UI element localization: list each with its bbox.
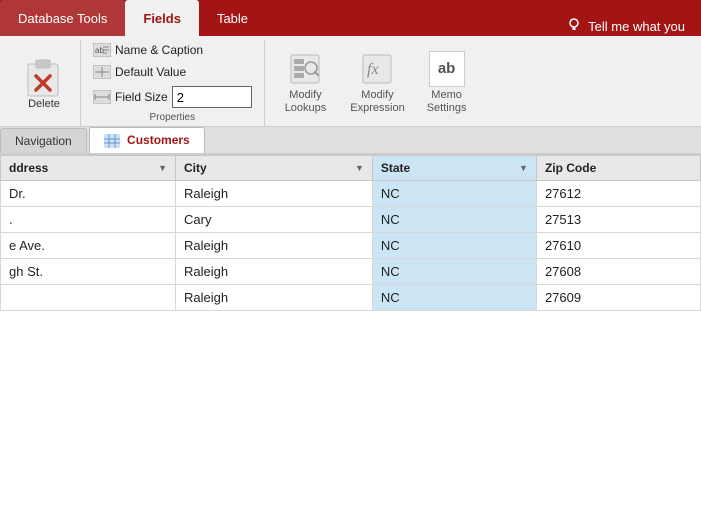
table-header-row: ddress ▼ City ▼ State ▼: [1, 155, 701, 180]
nav-tab-customers[interactable]: Customers: [89, 127, 205, 153]
memo-settings-label: MemoSettings: [427, 89, 467, 115]
table-row[interactable]: Dr.RaleighNC27612: [1, 180, 701, 206]
state-col-dropdown-icon: ▼: [519, 163, 528, 173]
prop-items-list: ab Name & Caption: [89, 40, 256, 110]
ribbon-group-modify: ModifyLookups fx ModifyExpression ab Mem…: [265, 40, 485, 126]
cell-city[interactable]: Raleigh: [176, 180, 373, 206]
properties-group-label: Properties: [150, 110, 196, 126]
modify-expression-icon: fx: [359, 51, 395, 87]
field-size-icon: [93, 89, 111, 105]
cell-zip_code[interactable]: 27610: [536, 232, 700, 258]
memo-settings-icon: ab: [429, 51, 465, 87]
nav-tab-navigation-label: Navigation: [15, 134, 72, 148]
cell-city[interactable]: Cary: [176, 206, 373, 232]
cell-state[interactable]: NC: [372, 284, 536, 310]
cell-address[interactable]: e Ave.: [1, 232, 176, 258]
modify-lookups-button[interactable]: ModifyLookups: [273, 40, 339, 126]
field-size-label: Field Size: [115, 90, 168, 104]
default-value-icon: [93, 64, 111, 80]
cell-address[interactable]: [1, 284, 176, 310]
field-size-input[interactable]: [172, 86, 252, 108]
col-header-address[interactable]: ddress ▼: [1, 155, 176, 180]
modify-lookups-icon: [287, 51, 323, 87]
nav-tab-navigation[interactable]: Navigation: [0, 128, 87, 153]
cell-zip_code[interactable]: 27513: [536, 206, 700, 232]
cell-state[interactable]: NC: [372, 180, 536, 206]
ribbon: Database Tools Fields Table Tell me what…: [0, 0, 701, 36]
cell-city[interactable]: Raleigh: [176, 232, 373, 258]
ribbon-tab-bar: Database Tools Fields Table Tell me what…: [0, 0, 701, 36]
table-row[interactable]: e Ave.RaleighNC27610: [1, 232, 701, 258]
col-header-state[interactable]: State ▼: [372, 155, 536, 180]
data-table: ddress ▼ City ▼ State ▼: [0, 155, 701, 311]
delete-label: Delete: [28, 98, 60, 110]
city-col-dropdown-icon: ▼: [355, 163, 364, 173]
cell-state[interactable]: NC: [372, 258, 536, 284]
ribbon-group-delete: Delete: [8, 40, 81, 126]
tab-fields[interactable]: Fields: [125, 0, 199, 36]
tell-me-area[interactable]: Tell me what you: [550, 17, 701, 36]
cell-state[interactable]: NC: [372, 232, 536, 258]
properties-group-content: ab Name & Caption: [89, 40, 256, 110]
modify-expression-button[interactable]: fx ModifyExpression: [338, 40, 416, 126]
name-caption-item[interactable]: ab Name & Caption: [89, 40, 256, 60]
ribbon-content: Delete ab Name & Caption: [0, 36, 701, 127]
nav-tabs-bar: Navigation Customers: [0, 127, 701, 155]
tab-database-tools[interactable]: Database Tools: [0, 0, 125, 36]
memo-settings-button[interactable]: ab MemoSettings: [417, 40, 477, 126]
modify-lookups-label: ModifyLookups: [285, 89, 327, 115]
name-caption-label: Name & Caption: [115, 43, 203, 57]
address-col-dropdown-icon: ▼: [158, 163, 167, 173]
modify-group-content: ModifyLookups fx ModifyExpression ab Mem…: [273, 40, 477, 126]
cell-address[interactable]: .: [1, 206, 176, 232]
delete-icon: [24, 56, 64, 96]
ribbon-group-properties: ab Name & Caption: [81, 40, 265, 126]
cell-city[interactable]: Raleigh: [176, 258, 373, 284]
table-row[interactable]: gh St.RaleighNC27608: [1, 258, 701, 284]
svg-text:fx: fx: [367, 61, 379, 78]
cell-state[interactable]: NC: [372, 206, 536, 232]
cell-city[interactable]: Raleigh: [176, 284, 373, 310]
field-size-item[interactable]: Field Size: [89, 84, 256, 110]
default-value-item[interactable]: Default Value: [89, 62, 256, 82]
table-body: Dr.RaleighNC27612.CaryNC27513e Ave.Ralei…: [1, 180, 701, 310]
name-caption-icon: ab: [93, 42, 111, 58]
table-row[interactable]: .CaryNC27513: [1, 206, 701, 232]
customers-table-icon: [104, 134, 120, 148]
cell-zip_code[interactable]: 27612: [536, 180, 700, 206]
delete-button[interactable]: Delete: [16, 52, 72, 114]
default-value-label: Default Value: [115, 65, 186, 79]
data-table-container: ddress ▼ City ▼ State ▼: [0, 155, 701, 518]
tab-table[interactable]: Table: [199, 0, 266, 36]
nav-tab-customers-label: Customers: [127, 133, 190, 147]
modify-expression-label: ModifyExpression: [350, 89, 404, 115]
tell-me-text: Tell me what you: [588, 19, 685, 34]
col-header-city[interactable]: City ▼: [176, 155, 373, 180]
cell-address[interactable]: Dr.: [1, 180, 176, 206]
cell-address[interactable]: gh St.: [1, 258, 176, 284]
col-header-zipcode[interactable]: Zip Code: [536, 155, 700, 180]
content-area: Navigation Customers dd: [0, 127, 701, 518]
table-row[interactable]: RaleighNC27609: [1, 284, 701, 310]
lightbulb-icon: [566, 17, 582, 36]
delete-group-content: Delete: [16, 40, 72, 126]
cell-zip_code[interactable]: 27609: [536, 284, 700, 310]
cell-zip_code[interactable]: 27608: [536, 258, 700, 284]
